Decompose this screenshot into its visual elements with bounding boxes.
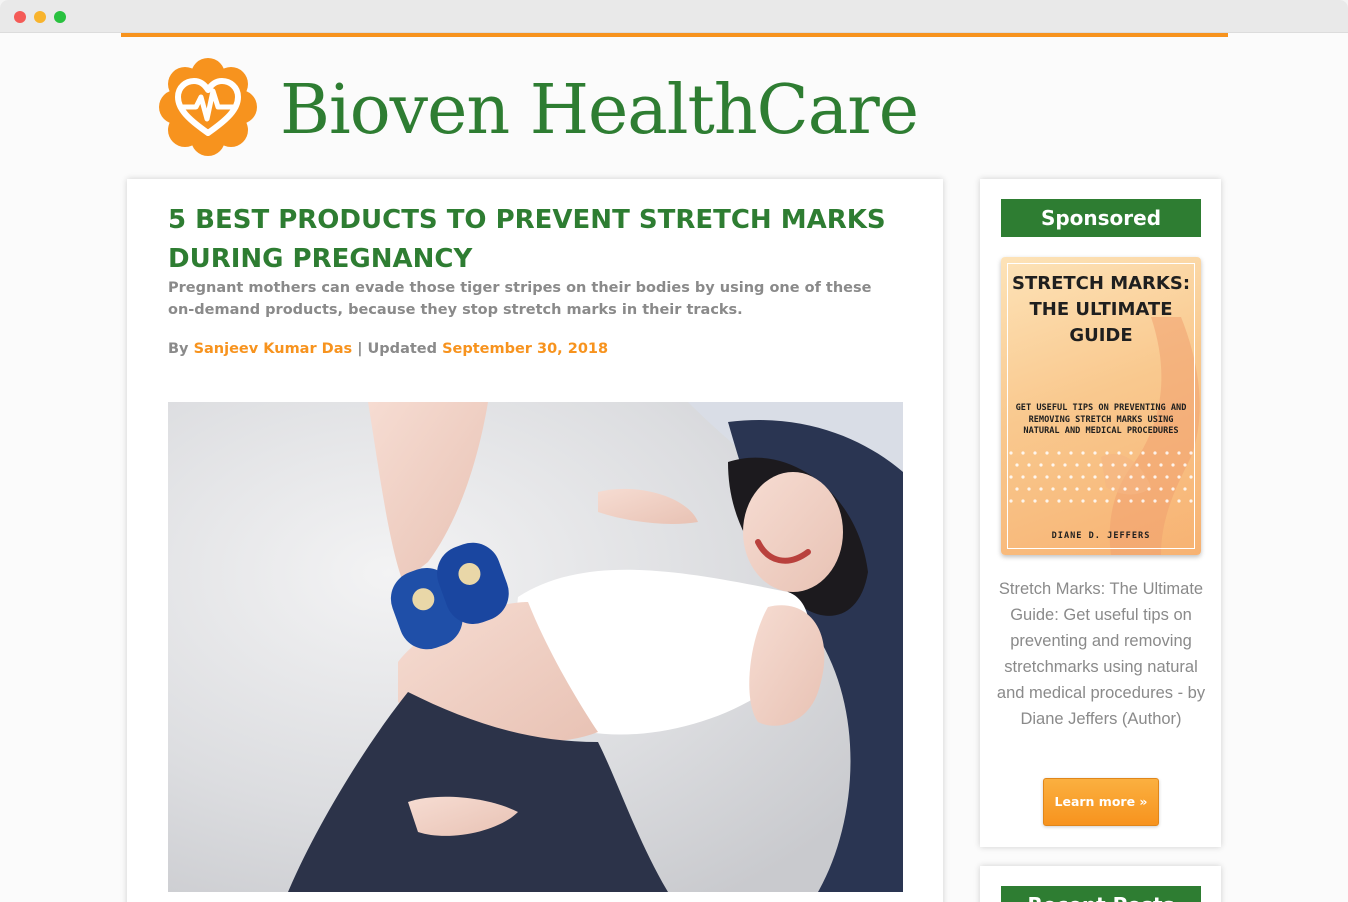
article-byline: By Sanjeev Kumar Das | Updated September… xyxy=(168,341,608,357)
book-cover-image[interactable]: STRETCH MARKS: THE ULTIMATE GUIDE GET US… xyxy=(1001,257,1201,555)
window-titlebar xyxy=(0,0,1348,33)
article-card: 5 BEST PRODUCTS TO PREVENT STRETCH MARKS… xyxy=(127,179,943,902)
top-accent-bar xyxy=(121,33,1228,37)
book-tagline: GET USEFUL TIPS ON PREVENTING AND REMOVI… xyxy=(1015,403,1187,436)
byline-by-label: By xyxy=(168,341,189,357)
site-title[interactable]: Bioven HealthCare xyxy=(280,71,919,150)
sponsored-description: Stretch Marks: The Ultimate Guide: Get u… xyxy=(996,580,1206,728)
sponsored-header: Sponsored xyxy=(1001,199,1201,237)
article-subtitle: Pregnant mothers can evade those tiger s… xyxy=(168,280,872,318)
browser-window: Bioven HealthCare 5 BEST PRODUCTS TO PRE… xyxy=(0,0,1348,902)
book-title: STRETCH MARKS: THE ULTIMATE GUIDE xyxy=(1011,273,1191,346)
heart-pulse-icon[interactable] xyxy=(158,57,258,157)
hero-image xyxy=(168,402,903,892)
book-author: DIANE D. JEFFERS xyxy=(1051,531,1151,541)
recent-posts-widget: Recent Posts xyxy=(980,866,1221,902)
article-title[interactable]: 5 BEST PRODUCTS TO PREVENT STRETCH MARKS… xyxy=(168,201,898,279)
web-page: Bioven HealthCare 5 BEST PRODUCTS TO PRE… xyxy=(0,33,1348,902)
author-link[interactable]: Sanjeev Kumar Das xyxy=(194,341,353,357)
recent-posts-header: Recent Posts xyxy=(1001,886,1201,902)
sponsored-widget: Sponsored STRETCH MARKS: THE ULTIMATE GU… xyxy=(980,179,1221,847)
learn-more-button[interactable]: Learn more » xyxy=(1043,778,1159,826)
date-link[interactable]: September 30, 2018 xyxy=(442,341,608,357)
close-window-button[interactable] xyxy=(14,11,26,23)
maximize-window-button[interactable] xyxy=(54,11,66,23)
minimize-window-button[interactable] xyxy=(34,11,46,23)
byline-updated-label: | Updated xyxy=(357,341,437,357)
